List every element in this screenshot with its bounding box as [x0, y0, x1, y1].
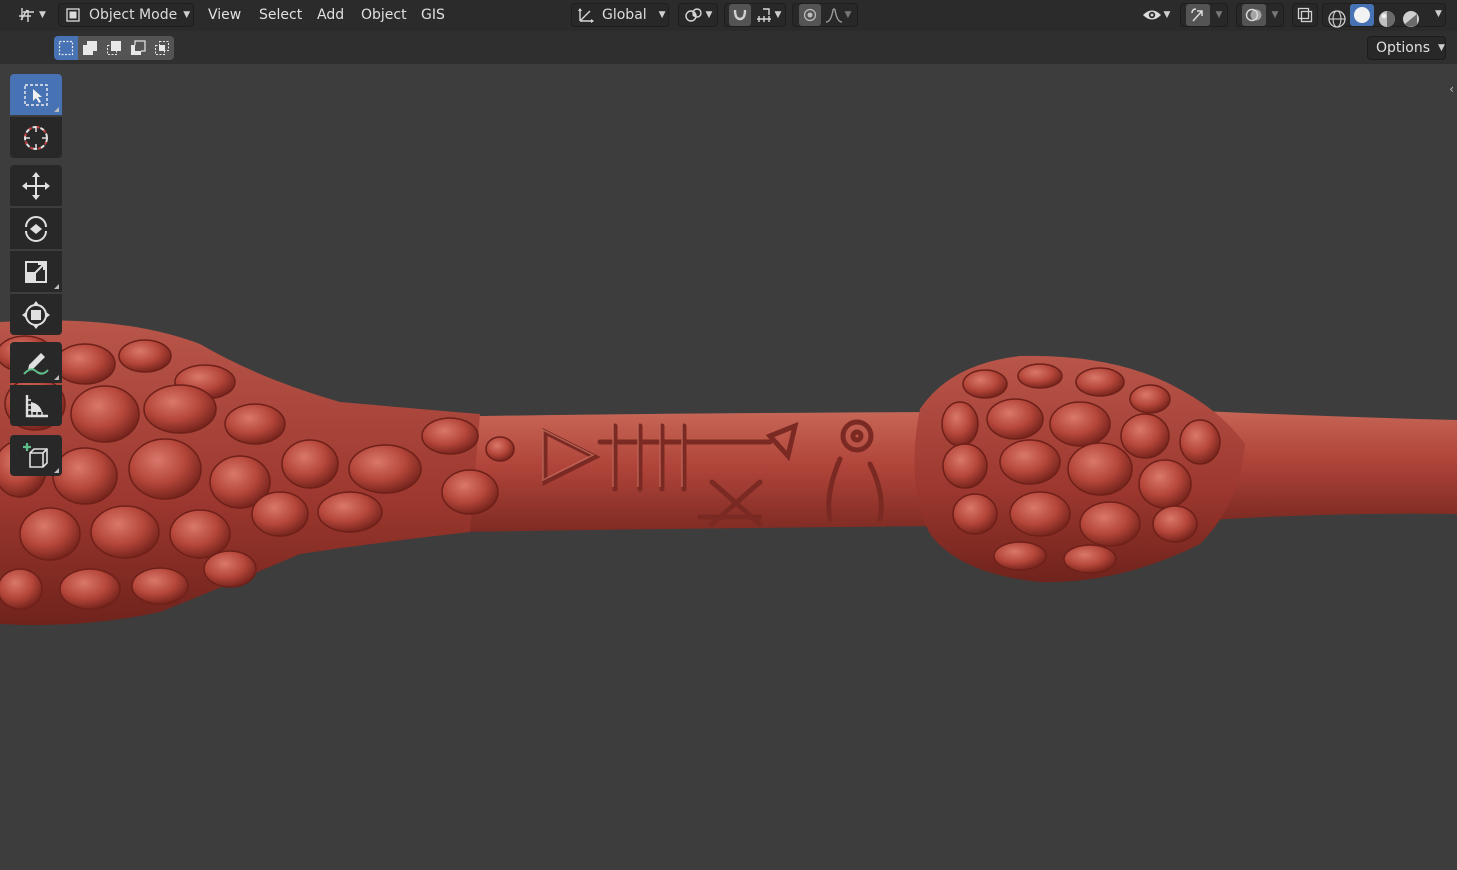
select-extend-button[interactable] [78, 36, 102, 60]
menu-select[interactable]: Select [259, 4, 302, 26]
menu-view[interactable]: View [208, 4, 241, 26]
select-set-icon [58, 40, 74, 56]
transform-orientation-select[interactable]: Global ▼ [571, 3, 669, 27]
tool-rotate[interactable] [10, 208, 62, 249]
chevron-down-icon: ▼ [844, 10, 852, 20]
sculpted-staff-model [0, 320, 1457, 626]
object-cube-icon [65, 7, 81, 23]
editor-type-button[interactable]: ▼ [14, 3, 50, 27]
select-intersect-icon [154, 40, 170, 56]
tool-submenu-indicator-icon [54, 468, 59, 473]
select-extend-icon [82, 40, 98, 56]
tool-measure[interactable] [10, 385, 62, 426]
proportional-dot-icon[interactable] [798, 4, 821, 26]
shading-material-button[interactable] [1377, 9, 1397, 29]
viewport-header: ▼ Object Mode ▼ View Select Add Object G… [0, 0, 1457, 31]
chevron-down-icon: ▼ [1215, 10, 1223, 20]
tool-scale[interactable] [10, 251, 62, 292]
visibility-button[interactable]: ▼ [1136, 3, 1176, 27]
mode-label: Object Mode [89, 7, 178, 23]
tool-add-cube[interactable] [10, 435, 62, 476]
shading-wireframe-button[interactable] [1327, 9, 1347, 29]
snapping-group[interactable]: ▼ [724, 3, 786, 27]
proportional-editing-group[interactable]: ▼ [792, 3, 858, 27]
tool-header [0, 31, 1457, 64]
overlays-group[interactable]: ▼ [1236, 3, 1284, 27]
options-label: Options [1376, 40, 1431, 56]
select-subtract-button[interactable] [102, 36, 126, 60]
magnet-icon[interactable] [728, 4, 751, 26]
select-invert-icon [130, 40, 146, 56]
tool-annotate[interactable] [10, 342, 62, 383]
chevron-down-icon: ▼ [658, 10, 666, 20]
chevron-down-icon: ▼ [705, 10, 713, 20]
tool-transform[interactable] [10, 294, 62, 335]
overlay-circles-icon[interactable] [1241, 4, 1266, 26]
sidebar-toggle-chevron-icon[interactable]: ‹ [1449, 82, 1454, 96]
chevron-down-icon: ▼ [1438, 43, 1445, 53]
shading-rendered-button[interactable] [1401, 9, 1421, 29]
tool-submenu-indicator-icon [54, 107, 59, 112]
axes-grid-icon [18, 7, 36, 23]
shading-modes-group[interactable]: ▼ [1322, 3, 1446, 29]
eye-icon [1142, 7, 1162, 23]
scale-icon [22, 258, 50, 286]
menu-object[interactable]: Object [361, 4, 407, 26]
rotate-icon [21, 214, 51, 244]
xray-square-icon [1297, 7, 1313, 23]
mode-select[interactable]: Object Mode ▼ [58, 3, 194, 27]
orientation-label: Global [602, 7, 647, 23]
select-invert-button[interactable] [126, 36, 150, 60]
chevron-down-icon: ▼ [1163, 10, 1171, 20]
chevron-down-icon: ▼ [1435, 9, 1442, 19]
transform-icon [21, 300, 51, 330]
pivot-point-button[interactable]: ▼ [678, 3, 718, 27]
measure-ruler-icon [22, 392, 50, 420]
gizmo-group[interactable]: ▼ [1180, 3, 1228, 27]
falloff-curve-icon[interactable] [825, 7, 843, 23]
tool-cursor[interactable] [10, 117, 62, 158]
xray-toggle[interactable] [1292, 3, 1318, 27]
add-cube-icon [21, 441, 51, 471]
tool-select-box[interactable] [10, 74, 62, 115]
3d-cursor-icon [21, 123, 51, 153]
shading-solid-button[interactable] [1350, 4, 1374, 26]
chevron-down-icon: ▼ [1271, 10, 1279, 20]
tool-move[interactable] [10, 165, 62, 206]
menu-gis[interactable]: GIS [421, 4, 445, 26]
menu-add[interactable]: Add [317, 4, 344, 26]
select-subtract-icon [106, 40, 122, 56]
3d-viewport[interactable]: ‹ [0, 64, 1457, 870]
move-arrows-icon [21, 171, 51, 201]
chevron-down-icon: ▼ [183, 10, 191, 20]
select-intersect-button[interactable] [150, 36, 174, 60]
annotate-pencil-icon [21, 348, 51, 378]
snap-increment-icon[interactable] [755, 7, 773, 23]
gizmo-arrow-icon[interactable] [1185, 4, 1210, 26]
orientation-axes-icon [577, 7, 595, 23]
selection-mode-group [54, 36, 174, 60]
tool-submenu-indicator-icon [54, 284, 59, 289]
chevron-down-icon: ▼ [774, 10, 782, 20]
chevron-down-icon: ▼ [39, 10, 46, 20]
select-box-icon [23, 82, 49, 108]
select-set-button[interactable] [54, 36, 78, 60]
options-dropdown[interactable]: Options ▼ [1367, 36, 1446, 60]
tool-submenu-indicator-icon [54, 375, 59, 380]
pivot-link-icon [684, 7, 704, 23]
